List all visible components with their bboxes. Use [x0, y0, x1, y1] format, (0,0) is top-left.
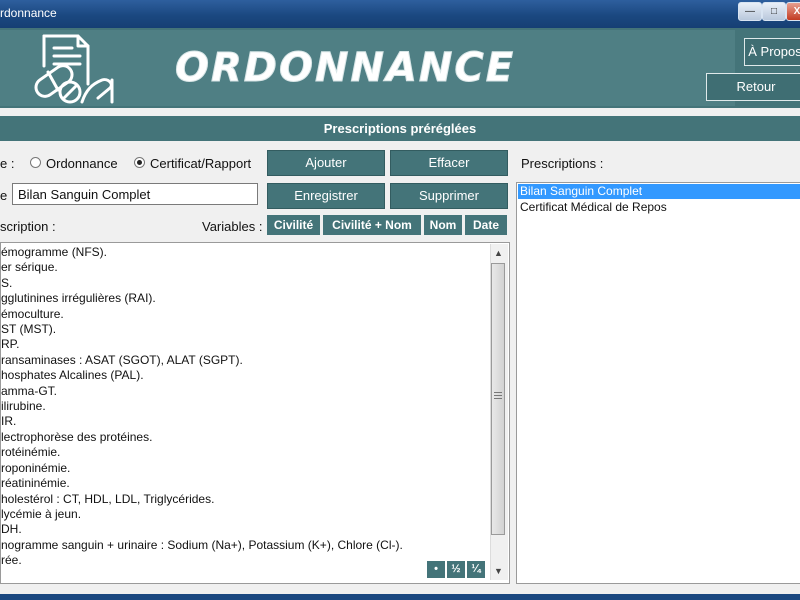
description-lines: émogramme (NFS). er sérique. S. gglutinines… — [1, 245, 403, 569]
description-textarea[interactable]: émogramme (NFS). er sérique. S. gglutinines… — [0, 242, 510, 584]
radio-indicator[interactable] — [30, 157, 41, 168]
save-button[interactable]: Enregistrer — [267, 183, 385, 209]
maximize-button[interactable]: □ — [762, 2, 786, 21]
prescriptions-list[interactable]: Bilan Sanguin Complet Certificat Médical… — [516, 182, 800, 584]
half-button[interactable]: ½ — [447, 561, 465, 578]
window-title-bar[interactable]: rdonnance — □ X — [0, 0, 800, 28]
description-line: holestérol : CT, HDL, LDL, Triglycérides… — [1, 491, 215, 506]
window-title: rdonnance — [0, 6, 57, 20]
radio-certificat[interactable]: Certificat/Rapport — [134, 156, 251, 171]
description-line: nogramme sanguin + urinaire : Sodium (Na… — [1, 537, 403, 552]
description-line: hosphates Alcalines (PAL). — [1, 368, 144, 383]
variable-civilite-button[interactable]: Civilité — [267, 215, 320, 235]
prescription-icon — [28, 32, 123, 106]
app-logo-text: ORDONNANCE — [174, 45, 516, 92]
description-label: scription : — [0, 219, 56, 234]
description-line: émoculture. — [1, 306, 64, 321]
description-line: rée. — [1, 553, 22, 568]
description-line: RP. — [1, 337, 20, 352]
prescription-item[interactable]: Certificat Médical de Repos — [518, 200, 800, 215]
radio-indicator-selected[interactable] — [134, 157, 145, 168]
description-line: er sérique. — [1, 260, 58, 275]
minimize-button[interactable]: — — [738, 2, 762, 21]
scroll-up-arrow-icon[interactable]: ▲ — [494, 248, 503, 258]
scrollbar-thumb[interactable] — [491, 263, 505, 535]
variable-date-button[interactable]: Date — [465, 215, 507, 235]
prescription-item[interactable]: Bilan Sanguin Complet — [518, 184, 800, 199]
close-button[interactable]: X — [786, 2, 800, 21]
description-line: S. — [1, 275, 13, 290]
description-line: ST (MST). — [1, 322, 57, 337]
variable-nom-button[interactable]: Nom — [424, 215, 462, 235]
description-line: émogramme (NFS). — [1, 245, 108, 259]
description-line: ransaminases : ASAT (SGOT), ALAT (SGPT). — [1, 352, 243, 367]
description-line: rotéinémie. — [1, 445, 61, 460]
grip-icon — [494, 392, 502, 393]
add-button[interactable]: Ajouter — [267, 150, 385, 176]
quarter-button[interactable]: ¼ — [467, 561, 485, 578]
delete-button[interactable]: Supprimer — [390, 183, 508, 209]
radio-ordonnance[interactable]: Ordonnance — [30, 156, 118, 171]
description-line: DH. — [1, 522, 22, 537]
radio-ordonnance-label: Ordonnance — [46, 156, 118, 171]
variable-civilite-nom-button[interactable]: Civilité + Nom — [323, 215, 421, 235]
description-line: lycémie à jeun. — [1, 506, 82, 521]
description-line: IR. — [1, 414, 17, 429]
description-line: ilirubine. — [1, 399, 46, 414]
scroll-down-arrow-icon[interactable]: ▼ — [494, 566, 503, 576]
bullet-button[interactable]: • — [427, 561, 445, 578]
title-input[interactable]: Bilan Sanguin Complet — [12, 183, 258, 205]
window-bottom-border — [0, 594, 800, 600]
back-button[interactable]: Retour — [706, 73, 800, 101]
prescriptions-label: Prescriptions : — [521, 156, 604, 171]
type-label: e : — [0, 156, 15, 171]
about-button[interactable]: À Propos — [744, 38, 800, 66]
clear-button[interactable]: Effacer — [390, 150, 508, 176]
description-line: réatininémie. — [1, 476, 70, 491]
description-line: lectrophorèse des protéines. — [1, 429, 153, 444]
section-title: Prescriptions préréglées — [0, 116, 800, 141]
variables-label: Variables : — [202, 219, 263, 234]
description-line: gglutinines irrégulières (RAI). — [1, 291, 156, 306]
description-line: amma-GT. — [1, 383, 58, 398]
radio-certificat-label: Certificat/Rapport — [150, 156, 252, 171]
description-line: roponinémie. — [1, 460, 71, 475]
